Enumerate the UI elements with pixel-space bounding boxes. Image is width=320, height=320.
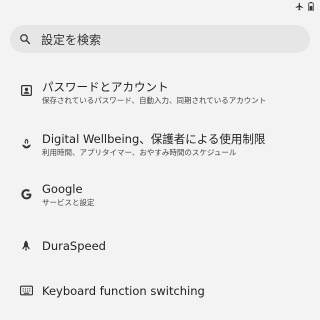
status-icons	[295, 2, 314, 11]
account-box-icon	[19, 83, 33, 97]
settings-item-title: Digital Wellbeing、保護者による使用制限	[42, 132, 266, 146]
settings-item-text: DuraSpeed	[42, 239, 312, 253]
settings-item-text: Google サービスと設定	[42, 182, 312, 208]
settings-item-subtitle: 利用時間、アプリタイマー、おやすみ時間のスケジュール	[42, 148, 237, 157]
settings-item-subtitle: 保存されているパスワード、自動入力、同期されているアカウント	[42, 96, 267, 105]
settings-item-title: Google	[42, 182, 83, 196]
keyboard-icon	[19, 283, 33, 297]
settings-item-digital-wellbeing[interactable]: Digital Wellbeing、保護者による使用制限 利用時間、アプリタイマ…	[0, 132, 320, 168]
google-g-icon	[19, 187, 33, 201]
settings-item-text: Digital Wellbeing、保護者による使用制限 利用時間、アプリタイマ…	[42, 132, 312, 158]
settings-item-google[interactable]: Google サービスと設定	[0, 182, 320, 218]
settings-item-text: Keyboard function switching	[42, 284, 312, 298]
status-bar	[0, 0, 320, 14]
search-bar[interactable]: 設定を検索	[10, 25, 310, 53]
settings-item-title: パスワードとアカウント	[42, 80, 169, 94]
search-icon	[19, 33, 31, 45]
settings-item-duraspeed[interactable]: DuraSpeed	[0, 237, 320, 257]
settings-item-passwords-accounts[interactable]: パスワードとアカウント 保存されているパスワード、自動入力、同期されているアカウ…	[0, 80, 320, 116]
settings-item-keyboard-function-switching[interactable]: Keyboard function switching	[0, 281, 320, 301]
airplane-icon	[295, 2, 304, 11]
battery-icon	[308, 2, 314, 11]
rocket-icon	[19, 238, 33, 252]
search-placeholder: 設定を検索	[41, 32, 102, 47]
wellbeing-icon	[19, 136, 33, 150]
settings-item-text: パスワードとアカウント 保存されているパスワード、自動入力、同期されているアカウ…	[42, 80, 312, 106]
settings-item-title: DuraSpeed	[42, 239, 106, 253]
settings-item-title: Keyboard function switching	[42, 284, 205, 298]
settings-item-subtitle: サービスと設定	[42, 198, 95, 207]
